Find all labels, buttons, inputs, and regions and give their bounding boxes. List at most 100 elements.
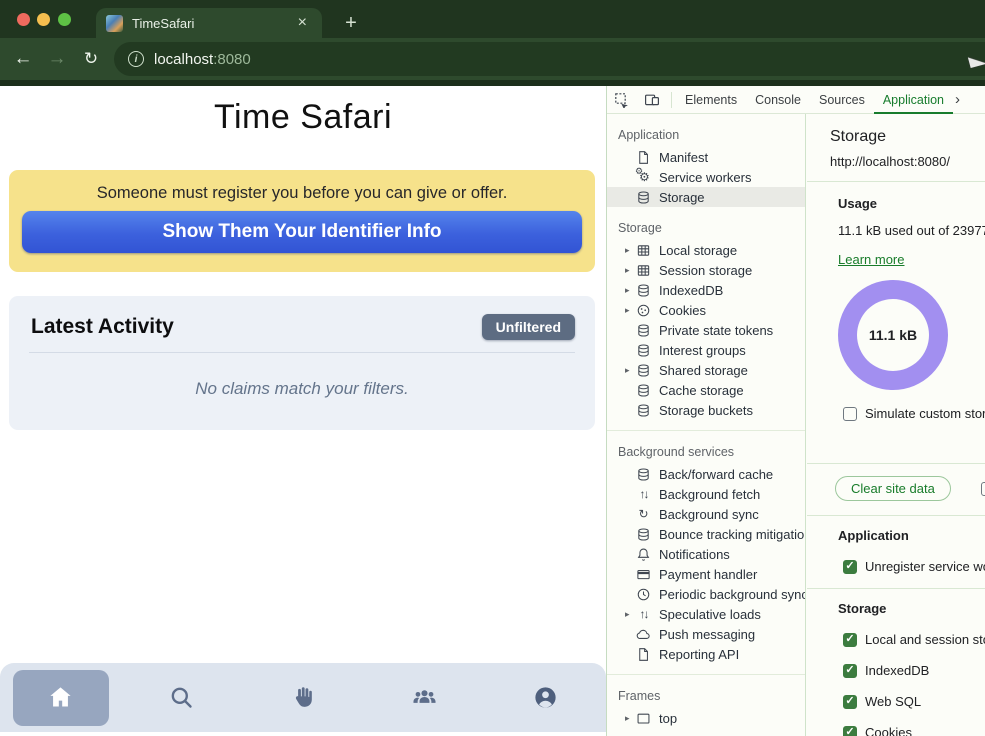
page-title: Time Safari <box>0 98 606 137</box>
tree-item-session-storage[interactable]: ▸ Session storage <box>607 260 805 280</box>
tree-item-storage-buckets[interactable]: Storage buckets <box>607 400 805 420</box>
checkbox-web-sql[interactable]: ✓ <box>843 695 857 709</box>
checkbox-unregister-service-workers[interactable]: ✓ <box>843 560 857 574</box>
simulate-quota-row: Simulate custom stora <box>843 406 985 421</box>
up-down-arrows-icon: ↑↓ <box>636 607 651 622</box>
url-port: :8080 <box>213 51 251 68</box>
checkbox-indexeddb[interactable]: ✓ <box>843 664 857 678</box>
database-icon <box>636 527 651 542</box>
forward-icon[interactable]: → <box>40 42 74 76</box>
tree-item-back-forward-cache[interactable]: Back/forward cache <box>607 464 805 484</box>
traffic-close-button[interactable] <box>17 13 30 26</box>
clear-site-data-button[interactable]: Clear site data <box>835 476 951 501</box>
expand-icon[interactable]: ▸ <box>625 713 636 724</box>
tab-close-icon[interactable]: × <box>293 13 312 33</box>
tree-item-periodic-background-sync[interactable]: Periodic background sync <box>607 584 805 604</box>
home-icon <box>47 684 74 711</box>
tree-item-bounce-tracking-mitigations[interactable]: Bounce tracking mitigation <box>607 524 805 544</box>
database-icon <box>636 467 651 482</box>
tree-item-manifest[interactable]: Manifest <box>607 147 805 167</box>
usage-text: 11.1 kB used out of 239779 <box>838 223 985 238</box>
tree-item-background-fetch[interactable]: ↑↓ Background fetch <box>607 484 805 504</box>
reload-icon[interactable]: ↻ <box>74 42 108 76</box>
people-icon <box>411 684 438 711</box>
tree-item-cache-storage[interactable]: Cache storage <box>607 380 805 400</box>
nav-contacts-button[interactable] <box>364 663 485 732</box>
tree-item-background-sync[interactable]: ↻ Background sync <box>607 504 805 524</box>
tree-item-shared-storage[interactable]: ▸ Shared storage <box>607 360 805 380</box>
tree-item-top-frame[interactable]: ▸ top <box>607 708 805 728</box>
tree-item-speculative-loads[interactable]: ▸ ↑↓ Speculative loads <box>607 604 805 624</box>
site-info-icon[interactable]: i <box>128 51 144 67</box>
devtools-tab-console[interactable]: Console <box>746 86 810 114</box>
expand-icon[interactable]: ▸ <box>625 285 636 296</box>
browser-tab[interactable]: TimeSafari × <box>96 8 322 38</box>
traffic-minimize-button[interactable] <box>37 13 50 26</box>
device-toolbar-button[interactable] <box>637 92 667 108</box>
tree-item-storage[interactable]: Storage <box>607 187 805 207</box>
hand-icon <box>290 684 317 711</box>
registration-alert: Someone must register you before you can… <box>9 170 595 272</box>
storage-check-row: ✓ Cookies <box>843 725 985 736</box>
checkbox-local-session-storage[interactable]: ✓ <box>843 633 857 647</box>
unfiltered-button[interactable]: Unfiltered <box>482 314 575 340</box>
devtools-tab-application[interactable]: Application <box>874 86 953 114</box>
tree-item-interest-groups[interactable]: Interest groups <box>607 340 805 360</box>
traffic-zoom-button[interactable] <box>58 13 71 26</box>
sync-icon: ↻ <box>636 507 651 522</box>
latest-activity-card: Latest Activity Unfiltered No claims mat… <box>9 296 595 430</box>
table-icon <box>636 263 651 278</box>
nav-offers-button[interactable] <box>242 663 363 732</box>
expand-icon[interactable]: ▸ <box>625 609 636 620</box>
latest-activity-title: Latest Activity <box>31 315 174 339</box>
cloud-icon <box>636 627 651 642</box>
expand-icon[interactable]: ▸ <box>625 245 636 256</box>
back-icon[interactable]: ← <box>6 42 40 76</box>
unregister-sw-row: ✓ Unregister service wor <box>843 559 985 574</box>
panel-divider <box>807 515 985 516</box>
show-identifier-info-button[interactable]: Show Them Your Identifier Info <box>22 211 582 253</box>
usage-header: Usage <box>838 196 985 211</box>
browser-tabstrip: TimeSafari × + <box>0 0 985 38</box>
service-workers-icon: ⚙⚙ <box>636 170 651 185</box>
checkbox-cookies[interactable]: ✓ <box>843 726 857 736</box>
tree-item-service-workers[interactable]: ⚙⚙ Service workers <box>607 167 805 187</box>
card-divider <box>29 352 575 353</box>
usage-donut-chart: 11.1 kB <box>838 280 948 390</box>
tree-item-private-state-tokens[interactable]: Private state tokens <box>607 320 805 340</box>
timesafari-favicon <box>106 15 123 32</box>
address-bar[interactable]: i localhost:8080 <box>114 42 985 76</box>
panel-divider <box>807 181 985 182</box>
browser-toolbar: ← → ↻ i localhost:8080 <box>0 38 985 80</box>
expand-icon[interactable]: ▸ <box>625 365 636 376</box>
expand-icon[interactable]: ▸ <box>625 305 636 316</box>
database-icon <box>636 190 651 205</box>
devtools: Elements Console Sources Application › A… <box>606 86 985 736</box>
inspect-element-button[interactable] <box>607 92 637 108</box>
panel-divider <box>807 463 985 464</box>
tree-item-reporting-api[interactable]: Reporting API <box>607 644 805 664</box>
nav-profile-button[interactable] <box>485 663 606 732</box>
devtools-toolbar: Elements Console Sources Application › <box>607 86 985 114</box>
tree-section-background-services: Background services Back/forward cache ↑… <box>607 430 805 664</box>
tree-item-payment-handler[interactable]: Payment handler <box>607 564 805 584</box>
more-tabs-icon[interactable]: › <box>955 91 960 108</box>
tree-item-push-messaging[interactable]: Push messaging <box>607 624 805 644</box>
checkbox-including[interactable] <box>981 482 985 496</box>
nav-home-button[interactable] <box>13 670 109 726</box>
checkbox-simulate-quota[interactable] <box>843 407 857 421</box>
devtools-tab-sources[interactable]: Sources <box>810 86 874 114</box>
cookie-icon <box>636 303 651 318</box>
storage-check-row: ✓ IndexedDB <box>843 663 985 678</box>
screen: TimeSafari × + ← → ↻ i localhost:8080 Ti… <box>0 0 985 736</box>
tree-item-notifications[interactable]: Notifications <box>607 544 805 564</box>
tree-item-local-storage[interactable]: ▸ Local storage <box>607 240 805 260</box>
tree-section-application: Application Manifest ⚙⚙ Service workers <box>607 114 805 207</box>
learn-more-link[interactable]: Learn more <box>838 252 904 267</box>
new-tab-button[interactable]: + <box>336 8 366 38</box>
tree-item-indexeddb[interactable]: ▸ IndexedDB <box>607 280 805 300</box>
nav-search-button[interactable] <box>121 663 242 732</box>
expand-icon[interactable]: ▸ <box>625 265 636 276</box>
tree-item-cookies[interactable]: ▸ Cookies <box>607 300 805 320</box>
devtools-tab-elements[interactable]: Elements <box>676 86 746 114</box>
